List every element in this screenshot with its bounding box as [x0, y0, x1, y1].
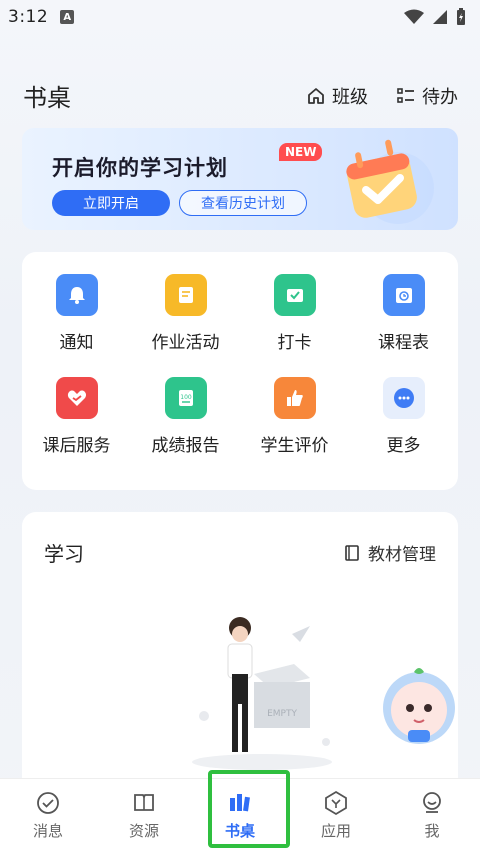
calendar-check-illustration [346, 139, 434, 224]
todo-label: 待办 [422, 86, 458, 108]
tab-messages[interactable]: 消息 [0, 779, 96, 852]
function-grid-card: 通知 作业活动 打卡 课程表 课后服务 100 成绩报告 学生评价 更多 [22, 252, 458, 490]
grid-label: 通知 [59, 333, 94, 353]
battery-icon [457, 8, 465, 25]
class-button[interactable]: 班级 [306, 83, 368, 109]
tab-label: 书桌 [224, 822, 255, 840]
grid-label: 打卡 [277, 333, 312, 353]
bottom-tab-bar: 消息 资源 书桌 应用 我 [0, 778, 480, 852]
grid-label: 课程表 [378, 333, 429, 353]
profile-icon [423, 792, 441, 813]
tab-me[interactable]: 我 [384, 779, 480, 852]
tab-label: 应用 [320, 822, 351, 840]
study-card: 学习 教材管理 EMPTY [22, 512, 458, 812]
tab-resources[interactable]: 资源 [96, 779, 192, 852]
todo-button[interactable]: 待办 [396, 83, 458, 109]
book-icon [345, 544, 359, 561]
study-title: 学习 [44, 542, 84, 566]
wifi-icon [404, 9, 424, 24]
tab-label: 我 [424, 822, 440, 840]
resource-icon [134, 794, 154, 811]
tab-apps[interactable]: 应用 [288, 779, 384, 852]
signal-icon [433, 10, 447, 24]
assistant-avatar-icon[interactable] [378, 664, 460, 746]
status-time: 3:12 [8, 7, 49, 27]
start-plan-button[interactable]: 立即开启 [52, 190, 170, 216]
grid-item-homework[interactable]: 作业活动 [131, 274, 240, 353]
grid-item-after-school[interactable]: 课后服务 [22, 377, 131, 456]
todo-list-icon [397, 87, 414, 103]
svg-text:100: 100 [180, 394, 192, 401]
class-label: 班级 [332, 86, 368, 108]
bell-icon [55, 274, 98, 316]
textbook-manage-button[interactable]: 教材管理 [344, 540, 436, 565]
new-badge: NEW [279, 143, 323, 161]
function-grid: 通知 作业活动 打卡 课程表 课后服务 100 成绩报告 学生评价 更多 [22, 274, 458, 456]
notification-a-icon: A [60, 10, 75, 24]
grid-item-score-report[interactable]: 100 成绩报告 [131, 377, 240, 456]
textbook-label: 教材管理 [368, 545, 436, 565]
score-report-icon: 100 [164, 377, 207, 419]
grid-item-schedule[interactable]: 课程表 [349, 274, 458, 353]
grid-label: 课后服务 [42, 436, 111, 456]
grid-item-evaluation[interactable]: 学生评价 [240, 377, 349, 456]
desk-icon [230, 794, 250, 812]
tab-desk[interactable]: 书桌 [192, 779, 288, 852]
tab-label: 消息 [32, 822, 63, 840]
banner-title: 开启你的学习计划 [52, 156, 228, 180]
grid-item-notice[interactable]: 通知 [22, 274, 131, 353]
status-bar: 3:12 A [0, 0, 480, 34]
header-actions: 班级 待办 [306, 83, 458, 109]
grid-label: 作业活动 [151, 333, 220, 353]
tab-label: 资源 [128, 822, 159, 840]
home-icon [308, 87, 324, 104]
app-icon [325, 790, 347, 816]
grid-label: 学生评价 [260, 436, 329, 456]
notepad-icon [164, 274, 207, 316]
page-header: 书桌 班级 待办 [23, 78, 458, 113]
history-plan-button[interactable]: 查看历史计划 [179, 190, 307, 216]
page-title: 书桌 [23, 84, 71, 112]
grid-label: 成绩报告 [151, 436, 220, 456]
calendar-icon [382, 274, 425, 316]
grid-item-checkin[interactable]: 打卡 [240, 274, 349, 353]
empty-state-illustration: EMPTY [192, 617, 332, 770]
checkin-icon [273, 274, 316, 316]
more-icon [382, 377, 425, 419]
empty-box-label: EMPTY [267, 709, 297, 719]
heart-service-icon [55, 377, 98, 419]
thumbs-up-icon [273, 377, 316, 419]
history-plan-label: 查看历史计划 [201, 196, 285, 212]
study-plan-banner[interactable]: 开启你的学习计划 NEW 立即开启 查看历史计划 [22, 128, 458, 230]
status-icons [404, 8, 466, 26]
grid-item-more[interactable]: 更多 [349, 377, 458, 456]
message-icon [37, 792, 59, 814]
grid-label: 更多 [386, 436, 421, 456]
